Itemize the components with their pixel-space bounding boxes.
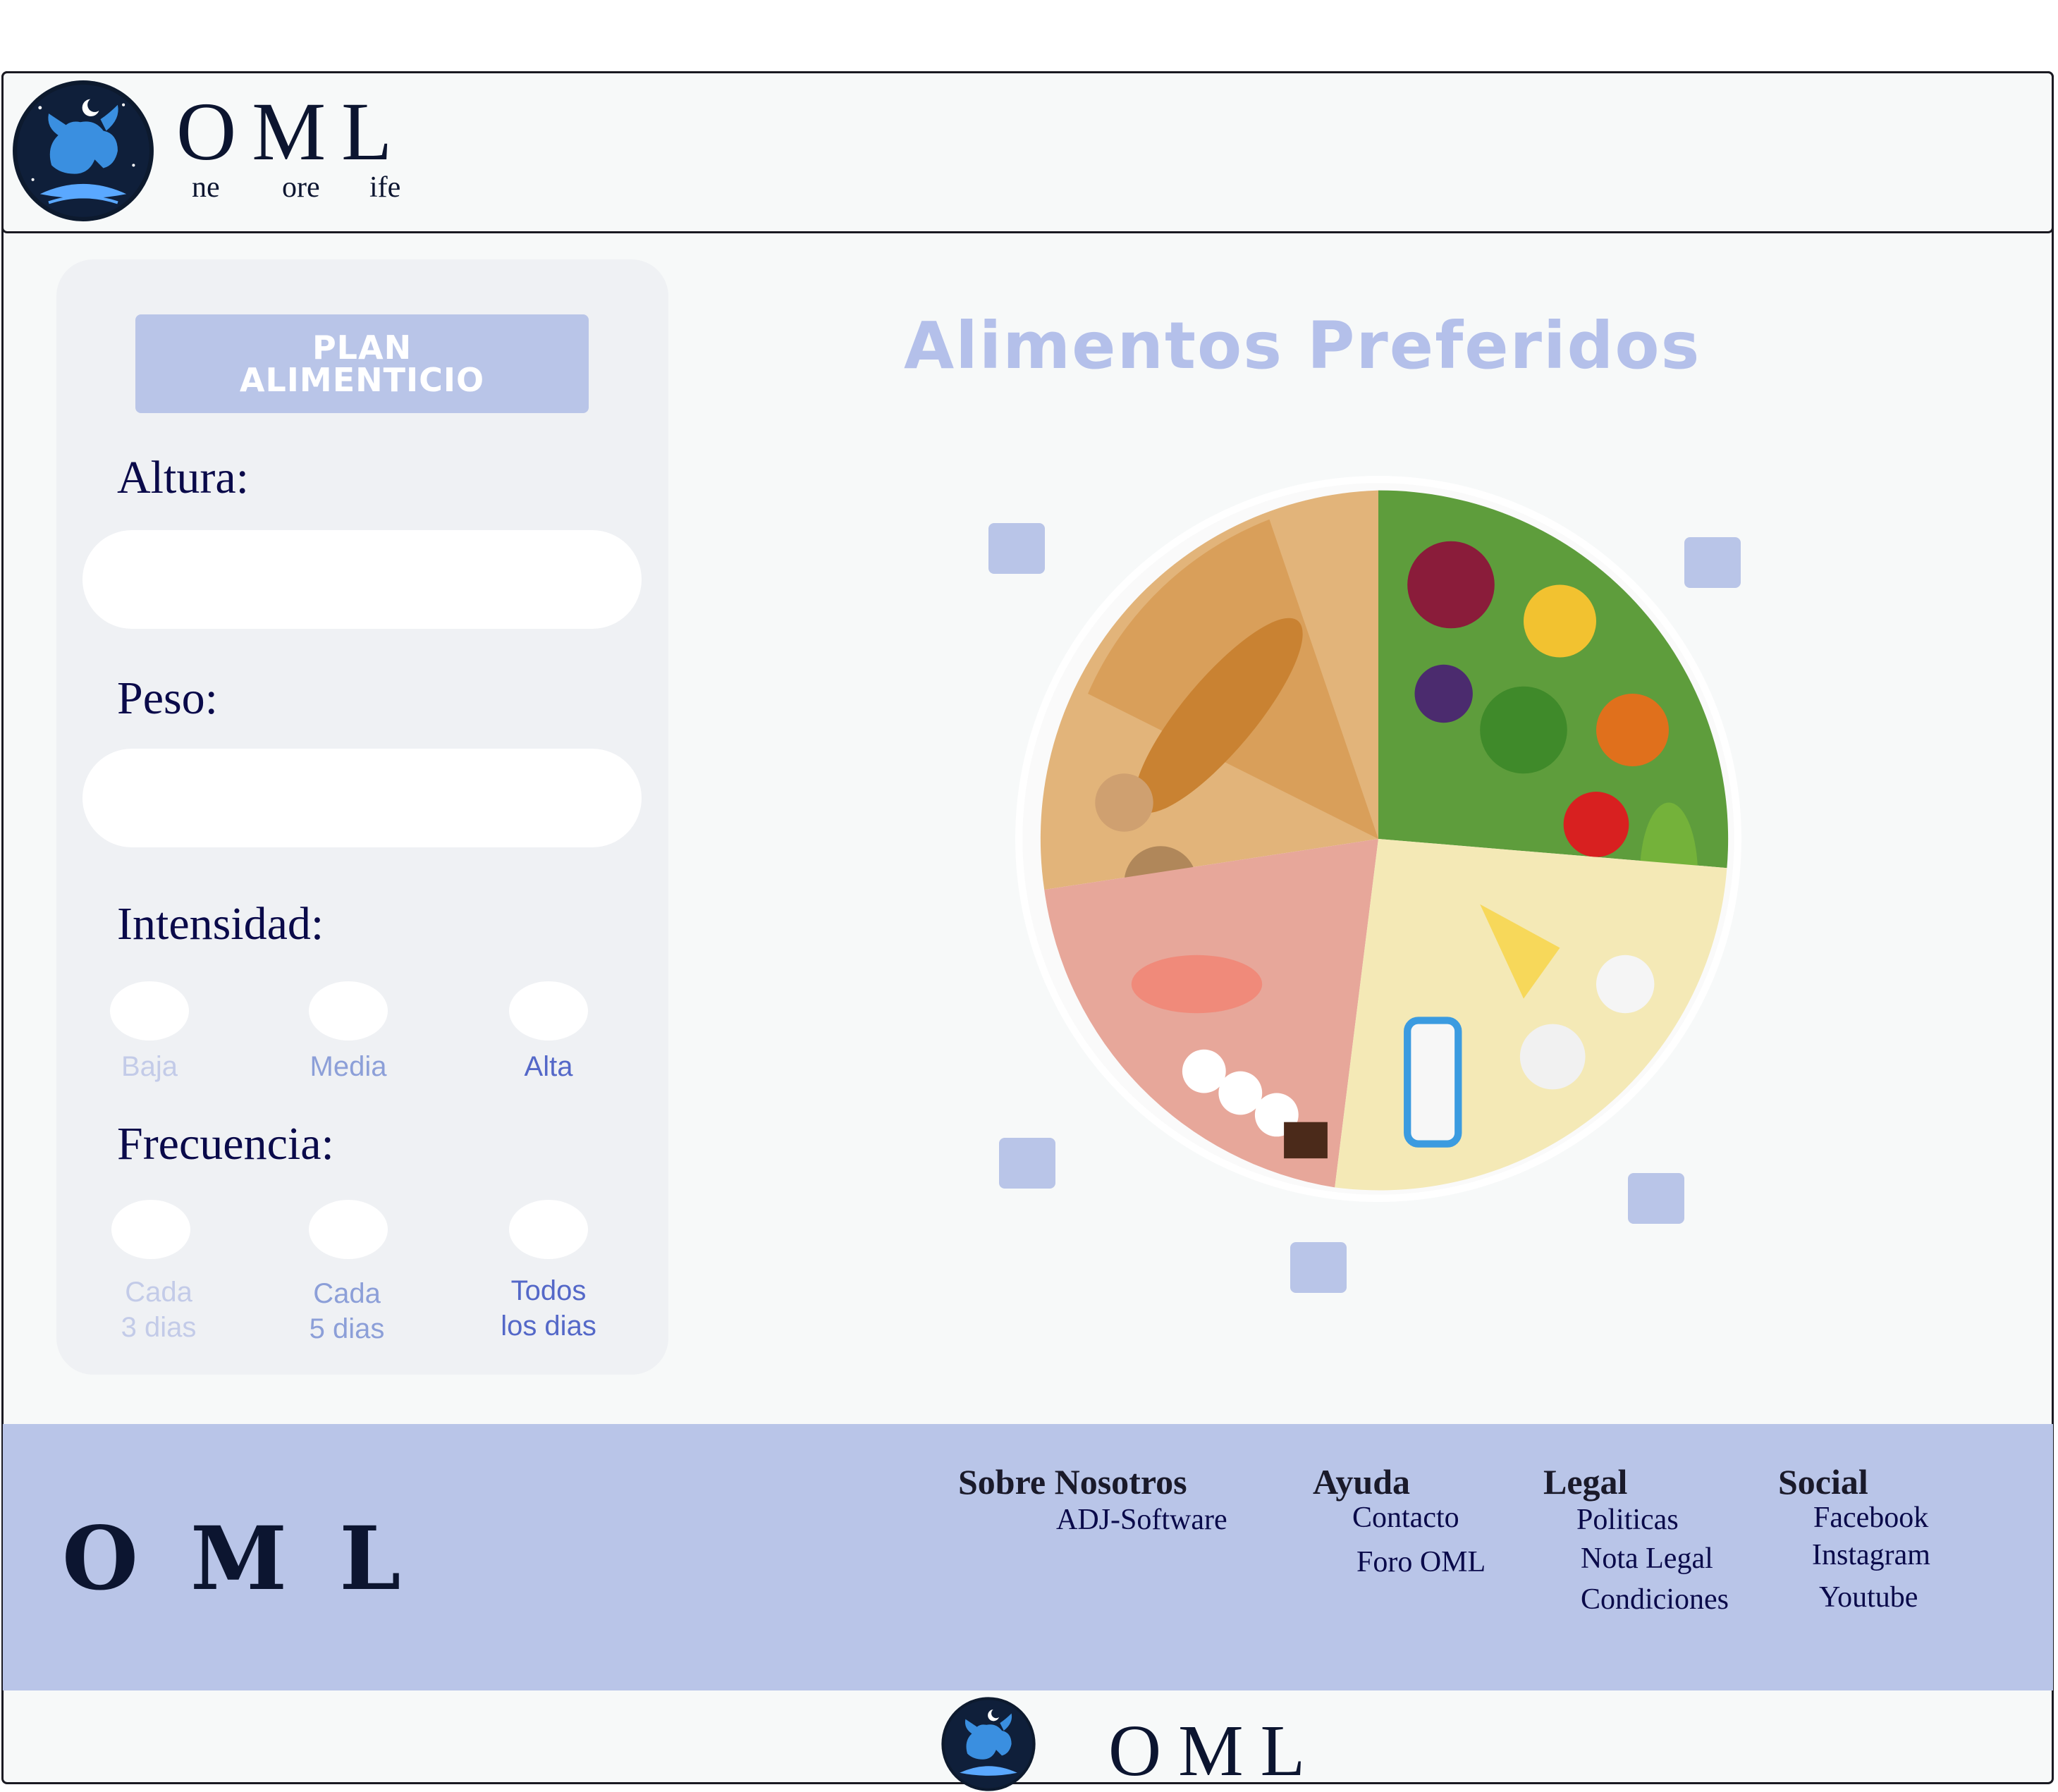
oml-logo-icon[interactable] <box>11 79 155 223</box>
footer-link-nota-legal[interactable]: Nota Legal <box>1581 1544 1713 1573</box>
footer-link-politicas[interactable]: Politicas <box>1576 1505 1679 1535</box>
footer-heading-legal: Legal <box>1543 1462 1628 1502</box>
peso-label: Peso: <box>117 673 219 724</box>
footer-link-foro-oml[interactable]: Foro OML <box>1356 1547 1486 1577</box>
plan-alimenticio-button[interactable]: PLAN ALIMENTICIO <box>135 314 589 413</box>
intensidad-media-radio[interactable] <box>309 981 388 1041</box>
frecuencia-todos-label: Todos los dias <box>501 1275 596 1342</box>
footer-link-condiciones[interactable]: Condiciones <box>1581 1585 1729 1614</box>
plan-alimenticio-label: PLAN ALIMENTICIO <box>239 329 485 399</box>
altura-label: Altura: <box>117 452 249 503</box>
footer-link-contacto[interactable]: Contacto <box>1352 1503 1459 1533</box>
peso-input[interactable] <box>82 749 642 847</box>
footer-link-facebook[interactable]: Facebook <box>1813 1503 1928 1533</box>
header-subtitle-3: ife <box>369 171 401 204</box>
intensidad-alta-radio[interactable] <box>509 981 588 1041</box>
frecuencia-5dias-radio[interactable] <box>309 1200 388 1259</box>
header-subtitle-2: ore <box>282 171 320 204</box>
footer-heading-ayuda: Ayuda <box>1313 1462 1411 1502</box>
footer-brand: OML <box>62 1508 453 1610</box>
frecuencia-todos-radio[interactable] <box>509 1200 588 1259</box>
frecuencia-3dias-label: Cada 3 dias <box>121 1277 197 1343</box>
footer-heading-social: Social <box>1778 1462 1868 1502</box>
food-plate-image <box>1015 476 1741 1202</box>
altura-input[interactable] <box>82 530 642 629</box>
oml-logo-icon[interactable] <box>941 1696 1036 1792</box>
footer-heading-sobre-nosotros: Sobre Nosotros <box>958 1462 1187 1502</box>
header-brand: OML <box>176 85 408 178</box>
intensidad-label: Intensidad: <box>117 898 324 950</box>
intensidad-baja-label: Baja <box>121 1051 178 1082</box>
intensidad-media-label: Media <box>310 1051 387 1082</box>
frecuencia-3dias-radio[interactable] <box>111 1200 190 1259</box>
intensidad-baja-radio[interactable] <box>110 981 189 1041</box>
footer-link-adj-software[interactable]: ADJ-Software <box>1056 1505 1227 1535</box>
footer-link-youtube[interactable]: Youtube <box>1819 1583 1918 1612</box>
bottom-brand: OML <box>1108 1710 1323 1791</box>
frecuencia-5dias-label: Cada 5 dias <box>309 1278 385 1344</box>
food-select-square-5[interactable] <box>1290 1242 1347 1293</box>
alimentos-preferidos-title: Alimentos Preferidos <box>904 308 1701 383</box>
frecuencia-label: Frecuencia: <box>117 1118 334 1170</box>
intensidad-alta-label: Alta <box>524 1051 573 1082</box>
header-subtitle-1: ne <box>192 171 220 204</box>
footer-link-instagram[interactable]: Instagram <box>1812 1540 1930 1570</box>
